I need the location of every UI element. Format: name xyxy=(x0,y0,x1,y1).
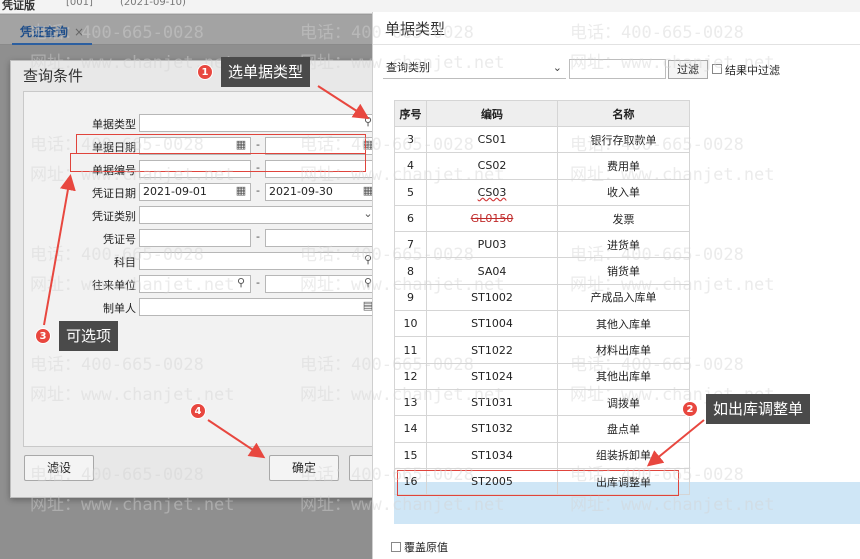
tip-example-outbound-adjust: 如出库调整单 xyxy=(706,394,811,424)
chevron-down-icon: ⌄ xyxy=(552,61,562,74)
step-badge-3: 3 xyxy=(35,328,51,344)
voucher-date-label: 凭证日期 xyxy=(92,187,136,200)
col-header-code[interactable]: 编码 xyxy=(426,100,558,127)
watermark-phone: 电话：400-665-0028 xyxy=(300,245,474,265)
step-badge-2: 2 xyxy=(682,401,698,417)
watermark-phone: 电话：400-665-0028 xyxy=(30,135,204,155)
watermark-site: 网址：www.chanjet.net xyxy=(570,165,775,185)
maker-label: 制单人 xyxy=(103,302,136,315)
cell-code: GL0150 xyxy=(426,204,558,233)
watermark-phone: 电话：400-665-0028 xyxy=(30,465,204,485)
login-date: (2021-09-10) xyxy=(120,0,186,8)
watermark-site: 网址：www.chanjet.net xyxy=(300,53,505,73)
overwrite-label: 覆盖原值 xyxy=(404,541,448,554)
watermark-site: 网址：www.chanjet.net xyxy=(300,495,505,515)
watermark-site: 网址：www.chanjet.net xyxy=(570,495,775,515)
watermark-site: 网址：www.chanjet.net xyxy=(300,385,505,405)
watermark-site: 网址：www.chanjet.net xyxy=(300,275,505,295)
col-header-no[interactable]: 序号 xyxy=(394,100,427,127)
step-badge-4: 4 xyxy=(190,403,206,419)
search-icon[interactable]: ⚲ xyxy=(234,276,248,290)
table-row[interactable]: 6 GL0150 发票 xyxy=(394,204,690,233)
watermark-site: 网址：www.chanjet.net xyxy=(570,53,775,73)
voucher-type-label: 凭证类别 xyxy=(92,210,136,223)
cell-name: 盘点单 xyxy=(557,415,690,443)
watermark-phone: 电话：400-665-0028 xyxy=(570,23,744,43)
watermark-phone: 电话：400-665-0028 xyxy=(300,23,474,43)
watermark-site: 网址：www.chanjet.net xyxy=(30,275,235,295)
table-header: 序号 编码 名称 xyxy=(394,100,690,127)
cell-code: ST1032 xyxy=(426,415,558,443)
table-row[interactable]: 10 ST1004 其他入库单 xyxy=(394,310,690,338)
row-maker: 制单人 ▤ xyxy=(24,298,384,316)
col-header-name[interactable]: 名称 xyxy=(557,100,690,127)
account-code: [001] xyxy=(66,0,93,8)
tip-optional: 可选项 xyxy=(59,321,119,351)
overwrite-checkbox[interactable] xyxy=(391,542,401,552)
watermark-site: 网址：www.chanjet.net xyxy=(30,495,235,515)
maker-input[interactable] xyxy=(139,298,377,316)
voucher-type-select[interactable] xyxy=(139,206,377,224)
tip-select-doc-type: 选单据类型 xyxy=(221,57,311,87)
row-voucher-type: 凭证类别 ⌄ xyxy=(24,206,384,224)
watermark-phone: 电话：400-665-0028 xyxy=(30,355,204,375)
app-title: 凭证版 xyxy=(2,0,35,12)
cell-no: 6 xyxy=(394,204,427,233)
range-dash: - xyxy=(256,230,260,243)
cell-no: 10 xyxy=(394,310,427,338)
watermark-site: 网址：www.chanjet.net xyxy=(570,275,775,295)
row-voucher-date: 凭证日期 2021-09-01 ▦ - 2021-09-30 ▦ xyxy=(24,183,384,201)
cell-name: 其他入库单 xyxy=(557,310,690,338)
cell-code: ST1004 xyxy=(426,310,558,338)
watermark-phone: 电话：400-665-0028 xyxy=(300,135,474,155)
calendar-icon[interactable]: ▦ xyxy=(234,184,248,198)
cell-name: 发票 xyxy=(557,204,690,233)
watermark-phone: 电话：400-665-0028 xyxy=(570,135,744,155)
watermark-phone: 电话：400-665-0028 xyxy=(300,465,474,485)
cell-no: 14 xyxy=(394,415,427,443)
table-row[interactable]: 14 ST1032 盘点单 xyxy=(394,415,690,443)
watermark-phone: 电话：400-665-0028 xyxy=(30,23,204,43)
range-dash: - xyxy=(256,276,260,289)
watermark-site: 网址：www.chanjet.net xyxy=(30,385,235,405)
watermark-site: 网址：www.chanjet.net xyxy=(300,165,505,185)
watermark-phone: 电话：400-665-0028 xyxy=(570,245,744,265)
step-badge-1: 1 xyxy=(197,64,213,80)
watermark-phone: 电话：400-665-0028 xyxy=(30,245,204,265)
watermark-site: 网址：www.chanjet.net xyxy=(30,165,235,185)
watermark-phone: 电话：400-665-0028 xyxy=(570,355,744,375)
watermark-phone: 电话：400-665-0028 xyxy=(570,465,744,485)
watermark-phone: 电话：400-665-0028 xyxy=(300,355,474,375)
range-dash: - xyxy=(256,184,260,197)
divider xyxy=(373,44,860,45)
